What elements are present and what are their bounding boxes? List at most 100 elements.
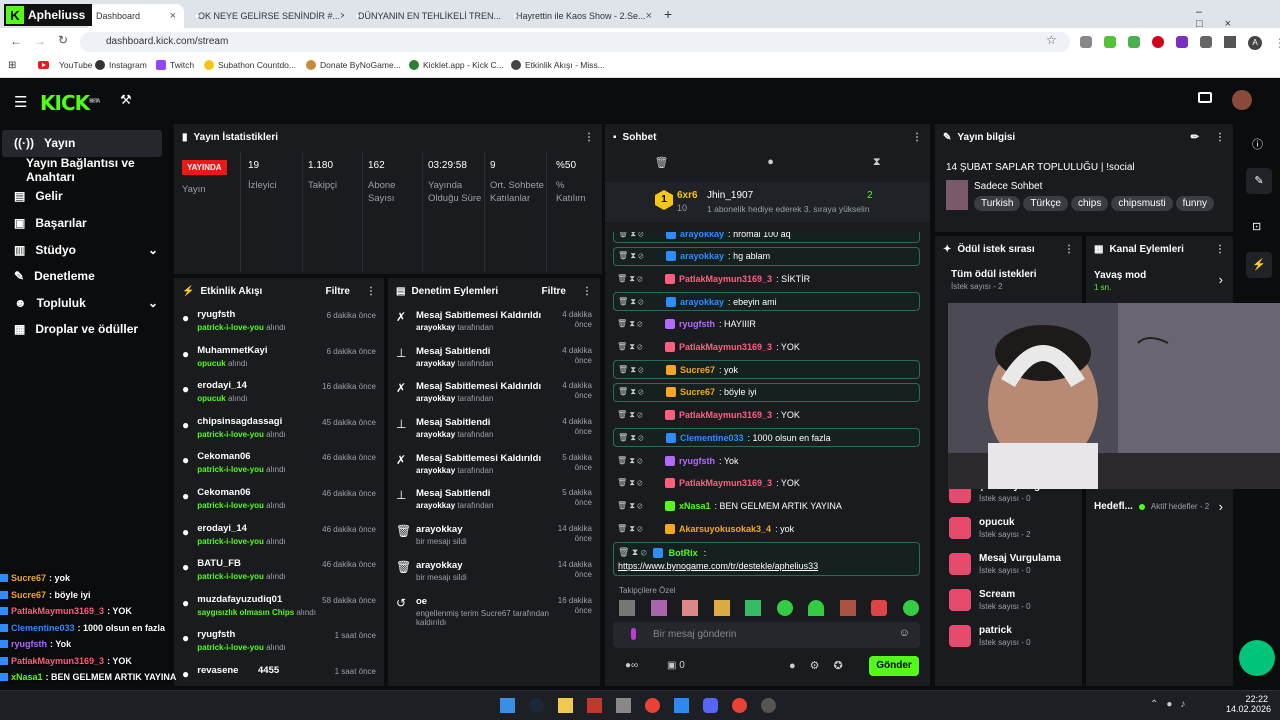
url-field[interactable]: dashboard.kick.com/stream <box>80 32 1070 52</box>
close-tab-icon[interactable]: × <box>646 10 652 22</box>
moderation-item[interactable]: ⊥ Mesaj Sabitlendi arayokkay tarafından 4 d… <box>388 340 600 376</box>
emote-icon[interactable] <box>776 600 793 616</box>
bookmark-etkinlik[interactable]: Etkinlik Akışı - Miss... <box>511 60 605 70</box>
chat-message[interactable]: 🗑 ⧗ ⊘ arayokkay: hromal 100 aq <box>613 232 920 243</box>
activity-item[interactable]: ● chipsinsagdassagi patrick-i-love-you alı… <box>174 411 384 447</box>
chat-message[interactable]: 🗑 ⧗ ⊘ arayokkay: ebeyin ami <box>613 292 920 312</box>
emoji-icon[interactable]: ☺ <box>899 627 910 639</box>
reward-item[interactable]: patrick İstek sayısı - 0 <box>949 625 1031 647</box>
bookmark-kicklet[interactable]: Kicklet.app - Kick C... <box>409 60 504 70</box>
tab-dashboard[interactable]: Dashboard × <box>88 4 184 28</box>
nav-droplar[interactable]: ▦ Droplar ve ödüller <box>2 316 162 343</box>
chat-message[interactable]: 🗑 ⧗ ⊘ PatlakMaymun3169_3: YOK <box>613 406 920 425</box>
chat-message[interactable]: 🗑 ⧗ ⊘ arayokkay: hg ablam <box>613 246 920 266</box>
extension-icon[interactable] <box>1176 36 1188 48</box>
media-icon[interactable] <box>1224 36 1236 48</box>
hamburger-menu-icon[interactable]: ☰ <box>14 93 27 111</box>
emote-icon[interactable] <box>871 600 888 616</box>
menu-kebab-icon[interactable]: ⋮ <box>1274 36 1280 50</box>
extension-icons[interactable]: A ⋮ <box>1080 36 1280 50</box>
activity-item[interactable]: ● ryugfsth patrick-i-love-you alındı 1 saat… <box>174 624 384 660</box>
activity-item[interactable]: ● erodayi_14 patrick-i-love-you alındı 46 d… <box>174 518 384 554</box>
reward-item[interactable]: Mesaj Vurgulama İstek sayısı - 0 <box>949 553 1061 575</box>
activity-item[interactable]: ● ryugfsth patrick-i-love-you alındı 6 daki… <box>174 304 384 340</box>
hourglass-icon[interactable]: ⧗ <box>873 156 881 178</box>
bookmark-instagram[interactable]: Instagram <box>95 60 147 70</box>
emote-icon[interactable] <box>650 600 667 616</box>
chat-message[interactable]: 🗑 ⧗ ⊘ ryugfsth: Yok <box>613 451 920 470</box>
mic-icon[interactable] <box>631 628 636 640</box>
nav-topluluk[interactable]: ☻ Topluluk ⌄ <box>2 290 162 317</box>
chat-message[interactable]: 🗑 ⧗ ⊘ PatlakMaymun3169_3: SİKTİR <box>613 269 920 288</box>
forward-icon[interactable]: → <box>34 34 46 48</box>
app-icon[interactable] <box>587 698 602 713</box>
moderation-item[interactable]: ⊥ Mesaj Sabitlendi arayokkay tarafından 5 d… <box>388 482 600 518</box>
msg-actions[interactable]: 🗑 ⧗ ⊘ <box>617 456 661 466</box>
msg-actions[interactable]: 🗑 ⧗ ⊘ <box>617 410 661 420</box>
tag-pill[interactable]: Turkish <box>974 196 1021 211</box>
chat-message[interactable]: 🗑 ⧗ ⊘ ryugfsth: HAYIIIR <box>613 315 920 334</box>
star-icon[interactable]: ☆ <box>1046 33 1057 47</box>
chat-input[interactable]: Bir mesaj gönderin ☺ <box>613 622 920 648</box>
activity-item[interactable]: ● Cekoman06 patrick-i-love-you alındı 46 da… <box>174 482 384 518</box>
activity-item[interactable]: ● Cekoman06 patrick-i-love-you alındı 46 da… <box>174 446 384 482</box>
system-tray[interactable]: ⌃●♪ <box>1150 699 1193 710</box>
moderation-item[interactable]: ✗ Mesaj Sabitlemesi Kaldırıldı arayokkay t… <box>388 375 600 411</box>
more-options-icon[interactable]: ⋮ <box>1215 132 1225 143</box>
tab-youtube-1[interactable]: OK NEYE GELİRSE SENİNDİR #... × <box>184 4 344 28</box>
nav-basarilar[interactable]: ▣ Başarılar <box>2 210 162 237</box>
pencil-icon[interactable]: ✎ <box>1246 168 1272 194</box>
nav-gelir[interactable]: ▤ Gelir <box>2 183 162 210</box>
bookmark-donate[interactable]: Donate ByNoGame... <box>306 60 401 70</box>
chat-message-bot[interactable]: 🗑 ⧗ ⊘ BotRix: https://www.bynogame.com/tr… <box>613 542 920 576</box>
app-icon[interactable] <box>674 698 689 713</box>
studio-preview-icon[interactable] <box>1198 92 1212 103</box>
filter-button[interactable]: Filtre <box>326 286 350 297</box>
msg-actions[interactable]: 🗑 ⧗ ⊘ <box>617 478 661 488</box>
discord-icon[interactable] <box>703 698 718 713</box>
msg-actions[interactable]: 🗑 ⧗ ⊘ <box>618 547 647 558</box>
slow-mode[interactable]: Yavaş mod 1 sn. <box>1094 270 1146 292</box>
emote-icon[interactable] <box>902 600 919 616</box>
chat-message[interactable]: 🗑 ⧗ ⊘ Akarsuyokusokak3_4: yok <box>613 519 920 538</box>
chevron-right-icon[interactable]: › <box>1219 272 1223 287</box>
reward-item[interactable]: opucuk İstek sayısı - 2 <box>949 517 1031 539</box>
reward-item[interactable]: Scream İstek sayısı - 0 <box>949 589 1031 611</box>
close-tab-icon[interactable]: × <box>170 10 176 22</box>
chat-message[interactable]: 🗑 ⧗ ⊘ Clementine033: 1000 olsun en fazla <box>613 428 920 448</box>
new-tab-icon[interactable]: + <box>664 6 672 22</box>
chevron-right-icon[interactable]: › <box>1219 499 1223 514</box>
send-button[interactable]: Gönder <box>869 656 919 676</box>
clock[interactable]: 22:22 14.02.2026 <box>1226 694 1271 714</box>
msg-actions[interactable]: 🗑 ⧗ ⊘ <box>617 319 661 329</box>
msg-actions[interactable]: 🗑 ⧗ ⊘ <box>617 342 661 352</box>
bookmark-youtube[interactable]: YouTube <box>38 60 92 70</box>
more-options-icon[interactable]: ⋮ <box>366 286 376 297</box>
activity-item[interactable]: ● erodayi_14 opucuk alındı 16 dakika önce <box>174 375 384 411</box>
msg-actions[interactable]: 🗑 ⧗ ⊘ <box>617 501 661 511</box>
msg-actions[interactable]: 🗑 ⧗ ⊘ <box>618 232 662 239</box>
profile-avatar[interactable]: A <box>1248 36 1262 50</box>
extension-icon[interactable] <box>1104 36 1116 48</box>
msg-actions[interactable]: 🗑 ⧗ ⊘ <box>618 387 662 397</box>
steam-icon[interactable] <box>529 698 544 713</box>
filter-button[interactable]: Filtre <box>542 286 566 297</box>
chat-tools[interactable]: ●⚙✪ <box>789 659 857 672</box>
moderation-item[interactable]: ↺ oe engellenmiş terim Sucre67 tarafından … <box>388 590 600 627</box>
msg-actions[interactable]: 🗑 ⧗ ⊘ <box>618 251 662 261</box>
trash-icon[interactable]: 🗑 <box>654 156 668 178</box>
chat-message[interactable]: 🗑 ⧗ ⊘ Sucre67: böyle iyi <box>613 382 920 402</box>
emote-icon[interactable] <box>839 600 856 616</box>
emote-icon[interactable] <box>619 600 635 616</box>
chat-icon[interactable]: ● <box>767 156 774 178</box>
support-headset-icon[interactable] <box>1239 640 1275 676</box>
obs-icon[interactable] <box>761 698 776 713</box>
tag-pill[interactable]: chipsmusti <box>1111 196 1173 211</box>
tab-youtube-2[interactable]: DÜNYANIN EN TEHLİKELİ TREN...× <box>344 4 502 28</box>
user-avatar[interactable] <box>1232 90 1252 110</box>
chrome-icon[interactable] <box>732 698 747 713</box>
bot-link[interactable]: https://www.bynogame.com/tr/destekle/aph… <box>618 561 915 571</box>
extension-icon[interactable] <box>1080 36 1092 48</box>
emote-icon[interactable] <box>682 600 699 616</box>
leader-name[interactable]: Jhin_1907 <box>707 190 753 201</box>
